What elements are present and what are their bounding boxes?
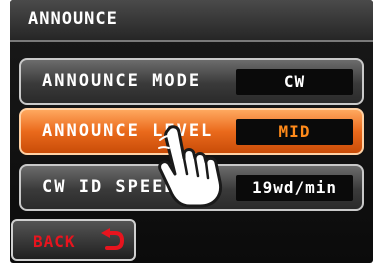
menu-item-value: 19wd/min bbox=[236, 175, 353, 201]
menu-item-cw-id-speed[interactable]: CW ID SPEED 19wd/min bbox=[19, 164, 364, 211]
menu-item-value: MID bbox=[236, 119, 353, 145]
title-bar: ANNOUNCE bbox=[10, 0, 373, 42]
menu-item-value: CW bbox=[236, 69, 353, 95]
menu-item-label: ANNOUNCE MODE bbox=[42, 71, 202, 91]
return-arrow-icon bbox=[101, 228, 125, 250]
page-title: ANNOUNCE bbox=[28, 9, 118, 29]
menu-item-label: ANNOUNCE LEVEL bbox=[42, 121, 214, 141]
menu-item-announce-level[interactable]: ANNOUNCE LEVEL MID bbox=[19, 108, 364, 155]
menu-item-announce-mode[interactable]: ANNOUNCE MODE CW bbox=[19, 58, 364, 105]
back-button-label: BACK bbox=[33, 232, 76, 251]
back-button[interactable]: BACK bbox=[11, 219, 136, 261]
menu-item-label: CW ID SPEED bbox=[42, 177, 177, 197]
announce-screen: ANNOUNCE ANNOUNCE MODE CW ANNOUNCE LEVEL… bbox=[10, 0, 373, 263]
